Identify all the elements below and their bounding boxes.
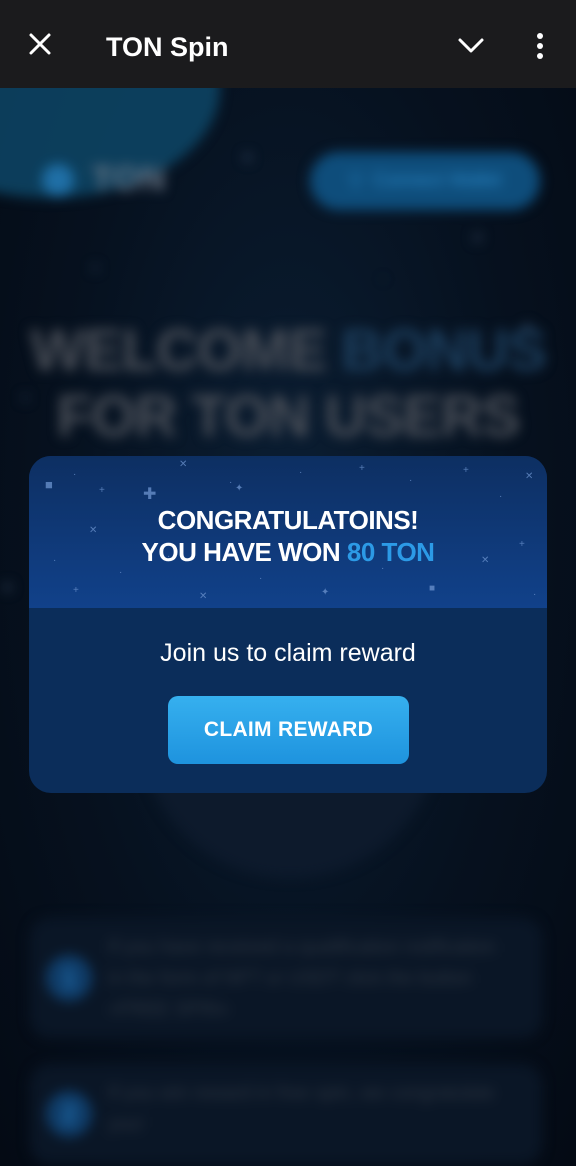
- sparkle-icon: ·: [409, 475, 413, 486]
- hero-line1-main: WELCOME: [30, 318, 342, 383]
- connect-wallet-label: Connect Wallet: [373, 170, 502, 191]
- more-vertical-icon[interactable]: [528, 32, 552, 60]
- prize-amount: 80 TON: [346, 537, 435, 567]
- modal-subtitle: Join us to claim reward: [160, 639, 416, 667]
- step-text: If you win reward in free spin, we congr…: [108, 1083, 495, 1135]
- modal-header: ■ · + ✚ ✕ · ✦ · + · + · ✕ ✕ · · + · ✕ · …: [29, 456, 547, 608]
- hero-title: WELCOME BONUS FOR TON USERS: [0, 318, 576, 450]
- sparkle-icon: ■: [45, 477, 53, 492]
- step-number: 2: [46, 1091, 92, 1137]
- step-number: 1: [46, 955, 92, 1001]
- step-text: If you have received a qualification not…: [108, 937, 496, 1020]
- sparkle-icon: ·: [259, 573, 263, 584]
- star-icon: ✕: [470, 228, 486, 248]
- sparkle-icon: ■: [429, 583, 436, 594]
- chevron-down-icon[interactable]: [456, 34, 486, 58]
- sparkle-icon: ·: [73, 469, 77, 480]
- hero-line2: FOR TON USERS: [56, 384, 521, 449]
- step-card: 1 If you have received a qualification n…: [30, 918, 542, 1038]
- sparkle-icon: ✦: [235, 483, 244, 494]
- sparkle-icon: ·: [229, 477, 233, 488]
- sparkle-icon: +: [73, 585, 79, 596]
- wallet-icon: ▽: [348, 170, 364, 192]
- sparkle-icon: ✕: [179, 459, 188, 470]
- background-logo: TON: [42, 160, 166, 199]
- sparkle-icon: ✦: [321, 587, 330, 598]
- sparkle-icon: ·: [119, 567, 123, 578]
- hero-line1-accent: BONUS: [341, 318, 546, 383]
- star-icon: ·: [380, 268, 386, 288]
- sparkle-icon: ·: [499, 491, 503, 502]
- sparkle-icon: +: [359, 463, 365, 474]
- congratulations-heading: CONGRATULATOINS! YOU HAVE WON 80 TON: [29, 504, 547, 568]
- heading-line1: CONGRATULATOINS!: [157, 505, 419, 535]
- app-topbar: TON Spin: [0, 0, 576, 88]
- sparkle-icon: ✕: [525, 471, 534, 482]
- background-logo-text: TON: [92, 160, 167, 198]
- sparkle-icon: ·: [533, 589, 537, 600]
- sparkle-icon: ✚: [143, 486, 157, 503]
- step-card: 2 If you win reward in free spin, we con…: [30, 1064, 542, 1164]
- star-icon: ✦: [240, 148, 256, 168]
- reward-modal: ■ · + ✚ ✕ · ✦ · + · + · ✕ ✕ · · + · ✕ · …: [29, 456, 547, 793]
- close-icon[interactable]: [26, 30, 54, 58]
- star-icon: +: [90, 258, 101, 278]
- app-title: TON Spin: [106, 32, 229, 62]
- claim-reward-button[interactable]: CLAIM REWARD: [168, 696, 409, 764]
- sparkle-icon: +: [99, 485, 105, 496]
- star-icon: ✦: [0, 578, 16, 598]
- connect-wallet-button: ▽ Connect Wallet: [310, 152, 540, 210]
- heading-line2-prefix: YOU HAVE WON: [141, 537, 347, 567]
- sparkle-icon: ✕: [199, 591, 208, 602]
- ton-logo-icon: [42, 163, 74, 196]
- sparkle-icon: +: [463, 465, 469, 476]
- sparkle-icon: ·: [299, 467, 303, 478]
